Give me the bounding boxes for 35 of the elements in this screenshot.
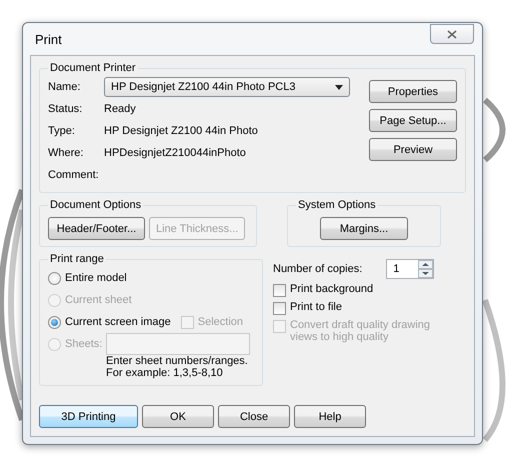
checkbox-label: Convert draft quality drawing views to high quality bbox=[290, 319, 432, 343]
hint-text: Enter sheet numbers/ranges. bbox=[106, 355, 249, 367]
printer-dropdown[interactable]: HP Designjet Z2100 44in Photo PCL3 bbox=[104, 77, 350, 97]
field-value: Ready bbox=[104, 103, 136, 115]
field-value: HPDesignjetZ210044inPhoto bbox=[104, 147, 246, 159]
field-label: Status: bbox=[48, 103, 84, 115]
copies-spinner[interactable]: 1 bbox=[386, 259, 434, 279]
field-label: Type: bbox=[48, 125, 76, 137]
radio-label: Current screen image bbox=[65, 316, 171, 328]
field-value: HP Designjet Z2100 44in Photo bbox=[104, 125, 258, 137]
checkbox-label: Selection bbox=[198, 316, 244, 328]
radio-label: Entire model bbox=[65, 272, 127, 284]
field-label: Comment: bbox=[48, 169, 100, 181]
dialog-button[interactable]: 3D Printing bbox=[39, 405, 138, 428]
copies-label: Number of copies: bbox=[273, 263, 362, 275]
group-title: Document Printer bbox=[49, 62, 137, 74]
dialog-button[interactable]: OK bbox=[142, 405, 214, 428]
dialog-button[interactable]: Preview bbox=[369, 138, 457, 161]
radio-label: Sheets: bbox=[65, 338, 102, 350]
dialog-button[interactable]: Properties bbox=[369, 80, 457, 103]
group-title: Print range bbox=[49, 253, 105, 265]
dialog-button[interactable]: Close bbox=[218, 405, 290, 428]
field-label: Name: bbox=[48, 81, 82, 93]
hint-text: For example: 1,3,5-8,10 bbox=[106, 367, 224, 379]
checkbox-label: Print background bbox=[290, 283, 374, 295]
dialog-button[interactable]: Page Setup... bbox=[369, 109, 457, 132]
dialog-button[interactable]: Header/Footer... bbox=[48, 217, 145, 240]
radio-label: Current sheet bbox=[65, 294, 132, 306]
field-label: Where: bbox=[48, 147, 84, 159]
dialog-button[interactable]: Help bbox=[294, 405, 366, 428]
window-title: Print bbox=[35, 32, 62, 46]
checkbox-label: Print to file bbox=[290, 301, 342, 313]
group-title: System Options bbox=[297, 199, 377, 211]
group-title: Document Options bbox=[49, 199, 142, 211]
dialog-button[interactable]: Margins... bbox=[320, 217, 408, 240]
